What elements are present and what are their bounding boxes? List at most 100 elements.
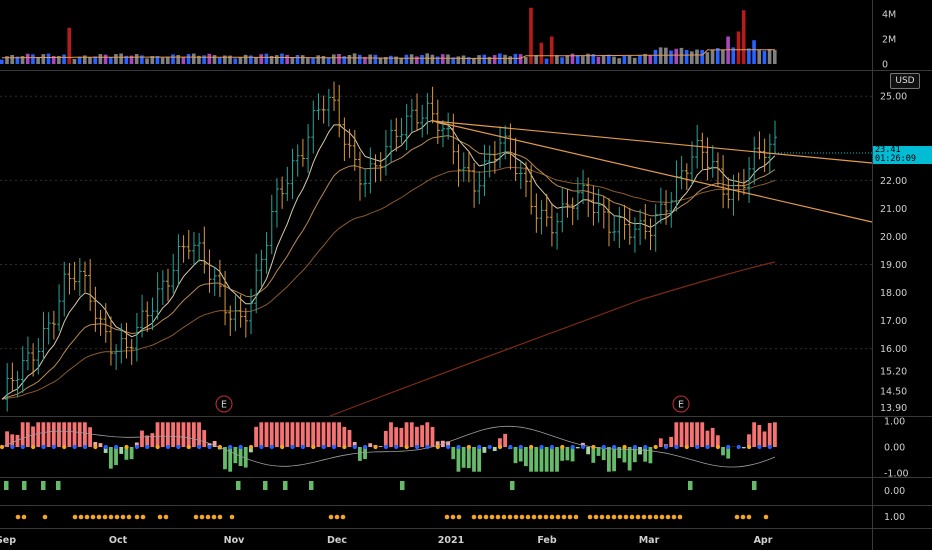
ohlc-bar (243, 308, 248, 338)
volume-bar (539, 42, 544, 64)
ohlc-bar (684, 163, 689, 191)
oscillator-zero-dot (674, 444, 679, 450)
ohlc-bar (643, 204, 648, 240)
volume-bar (0, 59, 4, 64)
oscillator-bar (477, 447, 482, 472)
oscillator-bar (773, 422, 777, 447)
ohlc-bar (207, 249, 212, 293)
dot-marker (623, 514, 629, 520)
oscillator-bar (606, 447, 611, 472)
trendline-lower (432, 120, 873, 223)
ohlc-bar (98, 309, 103, 336)
dot-marker (193, 514, 199, 520)
ohlc-bar (77, 257, 82, 297)
dot-marker (450, 514, 456, 520)
ohlc-bar (228, 305, 233, 336)
volume-bar (103, 54, 108, 64)
ohlc-bar (705, 137, 710, 181)
volume-bar (306, 58, 310, 64)
x-tick-label: Feb (537, 535, 557, 546)
oscillator-zero-dot (228, 444, 233, 450)
oscillator-bar (25, 422, 30, 447)
dot-marker (525, 514, 531, 520)
chart-canvas[interactable]: 25.00 22.00 21.00 20.00 19.00 18.00 17.00 16.00… (0, 0, 932, 550)
volume-bar (415, 56, 419, 64)
oscillator-bar (710, 427, 715, 447)
dot-marker (489, 514, 495, 520)
volume-bar (186, 54, 191, 64)
oscillator-bar (51, 422, 56, 447)
oscillator-zero-dot (155, 444, 160, 450)
volume-bar (217, 57, 222, 64)
price-label-countdown: 01:26:09 (875, 154, 916, 164)
price-tick-label: 15.20 (880, 367, 907, 378)
volume-bar (612, 56, 616, 64)
oscillator-bar (88, 427, 92, 447)
volume-bar (503, 54, 507, 64)
oscillator-bar (430, 426, 435, 447)
volume-bar (601, 55, 606, 64)
oscillator-bar (311, 422, 316, 447)
volume-bar (207, 53, 212, 64)
oscillator-zero-dot (477, 444, 482, 450)
volume-bar (238, 57, 243, 64)
volume-bar (254, 57, 258, 64)
ohlc-bar (217, 259, 222, 298)
volume-bar (233, 58, 238, 64)
ohlc-bar (186, 230, 191, 260)
ohlc-bar (622, 204, 627, 240)
oscillator-zero-dot (248, 444, 254, 450)
ohlc-bar (389, 119, 394, 163)
dot-marker (677, 514, 683, 520)
dot-marker (90, 514, 96, 520)
oscillator-zero-dot (466, 444, 472, 450)
oscillator-bar (119, 447, 124, 454)
oscillator-bar (378, 446, 383, 447)
ohlc-bar (752, 136, 757, 185)
dot-marker (507, 514, 513, 520)
dot-marker (102, 514, 108, 520)
oscillator-zero-dot (311, 444, 316, 450)
ohlc-bar (466, 151, 471, 183)
dot-marker (217, 514, 223, 520)
oscillator-zero-dot (207, 444, 212, 450)
volume-bar (653, 49, 658, 64)
ohlc-bar (62, 261, 67, 317)
ohlc-bar (93, 286, 98, 332)
ohlc-bar (482, 144, 487, 196)
ohlc-bar (114, 344, 119, 370)
volume-bar (596, 56, 601, 64)
volume-bar (72, 58, 77, 64)
volume-bar (700, 49, 704, 64)
oscillator-bar (326, 422, 331, 447)
oscillator-tick-label: 0.00 (884, 443, 905, 454)
volume-tick-label: 4M (882, 10, 896, 21)
volume-bar (295, 54, 300, 64)
trendline-upper (432, 120, 873, 164)
ohlc-bar (72, 261, 77, 291)
ohlc-bar (632, 217, 637, 253)
oscillator-bar (269, 422, 274, 447)
oscillator-zero-dot (186, 444, 191, 450)
volume-bar (741, 10, 746, 64)
ohlc-bar (456, 144, 461, 187)
oscillator-zero-dot (622, 444, 627, 450)
oscillator-zero-dot (10, 444, 15, 450)
ohlc-bar (181, 235, 186, 263)
oscillator-bar (300, 422, 305, 447)
dot-marker (471, 514, 477, 520)
dot-marker (456, 514, 462, 520)
oscillator-bar (264, 422, 269, 447)
oscillator-zero-dot (435, 444, 440, 450)
currency-badge[interactable]: USD (890, 73, 920, 89)
oscillator-bar (46, 422, 51, 447)
ohlc-bar (461, 152, 466, 182)
dot-marker (513, 514, 519, 520)
oscillator-bar (451, 447, 456, 460)
ohlc-bar (549, 203, 554, 247)
ohlc-bar (534, 193, 539, 233)
oscillator-zero-dot (643, 444, 648, 450)
oscillator-zero-dot (114, 444, 119, 450)
ohlc-bar (726, 177, 731, 209)
oscillator-bar (534, 447, 539, 472)
